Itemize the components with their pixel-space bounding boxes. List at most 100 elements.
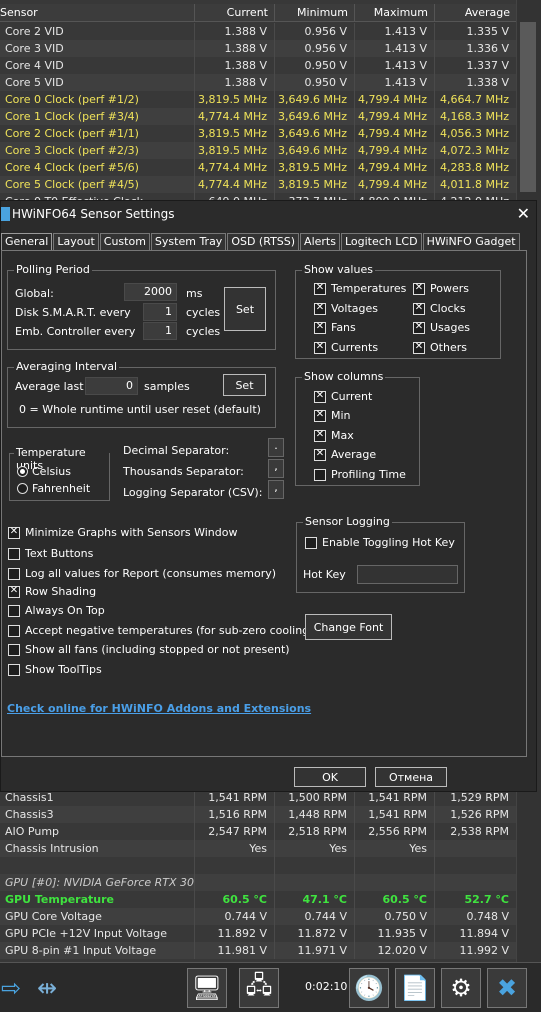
- checkbox-checked: [314, 302, 326, 315]
- row-shading-checkbox[interactable]: Row Shading: [8, 585, 96, 598]
- minimum-cell: 1,448 RPM: [275, 806, 355, 823]
- column-profiling-time-checkbox[interactable]: Profiling Time: [314, 468, 406, 481]
- current-cell: 1.388 V: [195, 23, 275, 40]
- maximum-cell: 4,799.4 MHz: [355, 176, 435, 193]
- scrollbar-thumb[interactable]: [520, 22, 536, 192]
- table-row[interactable]: Core 4 VID 1.388 V 0.950 V 1.413 V 1.337 V: [0, 57, 516, 74]
- addons-link[interactable]: Check online for HWiNFO Addons and Exten…: [7, 702, 311, 715]
- arrows-right-icon[interactable]: ⇨: [0, 968, 26, 1008]
- dialog-titlebar[interactable]: HWiNFO64 Sensor Settings ✕: [1, 201, 536, 226]
- minimize-graphs-checkbox[interactable]: Minimize Graphs with Sensors Window: [8, 526, 238, 539]
- fans-checkbox[interactable]: Fans: [314, 321, 356, 334]
- text-buttons-checkbox[interactable]: Text Buttons: [8, 547, 93, 560]
- voltages-checkbox[interactable]: Voltages: [314, 302, 378, 315]
- header-maximum[interactable]: Maximum: [355, 4, 435, 21]
- clock-icon[interactable]: 🕓: [349, 968, 389, 1008]
- smart-cycles-input[interactable]: 1: [143, 303, 177, 321]
- hotkey-input[interactable]: [357, 565, 458, 584]
- column-min-checkbox[interactable]: Min: [314, 409, 351, 422]
- show-tooltips-checkbox[interactable]: Show ToolTips: [8, 663, 102, 676]
- emb-cycles-input[interactable]: 1: [143, 322, 177, 340]
- table-row[interactable]: Core 4 Clock (perf #5/6) 4,774.4 MHz 3,819…: [0, 159, 516, 176]
- tab-alerts[interactable]: Alerts: [300, 233, 340, 251]
- average-cell: 4,056.3 MHz: [439, 127, 509, 140]
- average-samples-input[interactable]: 0: [85, 377, 138, 395]
- tab-hwinfo-gadget[interactable]: HWiNFO Gadget: [422, 233, 520, 251]
- average-cell: 4,283.8 MHz: [439, 161, 509, 174]
- tab-custom[interactable]: Custom: [99, 233, 150, 251]
- settings-gear-icon[interactable]: ⚙: [441, 968, 481, 1008]
- maximum-cell: [355, 857, 435, 874]
- maximum-cell: 4,799.4 MHz: [355, 125, 435, 142]
- current-cell: 1.388 V: [195, 57, 275, 74]
- temperatures-checkbox[interactable]: Temperatures: [314, 282, 406, 295]
- tab-general[interactable]: General: [1, 233, 53, 251]
- decimal-separator-input[interactable]: .: [268, 438, 284, 457]
- header-minimum[interactable]: Minimum: [275, 4, 355, 21]
- averaging-set-button[interactable]: Set: [223, 374, 266, 396]
- fahrenheit-radio[interactable]: Fahrenheit: [17, 482, 90, 495]
- polling-set-button[interactable]: Set: [224, 287, 266, 331]
- column-max-checkbox[interactable]: Max: [314, 429, 354, 442]
- sensor-name-cell: Core 4 Clock (perf #5/6): [0, 159, 195, 176]
- close-x-icon[interactable]: ✖: [487, 968, 527, 1008]
- table-row[interactable]: Core 2 Clock (perf #1/1) 3,819.5 MHz 3,649…: [0, 125, 516, 142]
- minimum-cell: 3,819.5 MHz: [275, 159, 355, 176]
- table-row[interactable]: Core 2 VID 1.388 V 0.956 V 1.413 V 1.335 V: [0, 23, 516, 40]
- maximum-cell: 1.413 V: [355, 57, 435, 74]
- tab-logitech-lcd[interactable]: Logitech LCD: [340, 233, 422, 251]
- clocks-checkbox[interactable]: Clocks: [413, 302, 466, 315]
- header-sensor[interactable]: Sensor: [0, 4, 195, 21]
- arrows-collapse-icon[interactable]: ⇹: [30, 968, 64, 1008]
- cancel-button[interactable]: Отмена: [375, 767, 447, 787]
- header-current[interactable]: Current: [195, 4, 275, 21]
- currents-checkbox[interactable]: Currents: [314, 341, 378, 354]
- close-icon[interactable]: ✕: [517, 204, 530, 223]
- table-row[interactable]: GPU PCIe +12V Input Voltage 11.892 V 11.87…: [0, 925, 516, 942]
- log-all-values-checkbox[interactable]: Log all values for Report (consumes memo…: [8, 567, 276, 580]
- table-row[interactable]: GPU Core Voltage 0.744 V 0.744 V 0.750 V 0.7…: [0, 908, 516, 925]
- checkbox-checked: [314, 409, 326, 422]
- thousands-separator-input[interactable]: ,: [268, 459, 284, 478]
- current-cell: 1.388 V: [195, 40, 275, 57]
- table-row[interactable]: Core 0 Clock (perf #1/2) 3,819.5 MHz 3,649…: [0, 91, 516, 108]
- table-row[interactable]: Chassis3 1,516 RPM 1,448 RPM 1,541 RPM 1,526…: [0, 806, 516, 823]
- table-row[interactable]: Core 3 Clock (perf #2/3) 3,819.5 MHz 3,649…: [0, 142, 516, 159]
- toggle-hotkey-checkbox[interactable]: Enable Toggling Hot Key: [305, 536, 455, 549]
- show-all-fans-checkbox[interactable]: Show all fans (including stopped or not …: [8, 643, 290, 656]
- table-row[interactable]: AIO Pump 2,547 RPM 2,518 RPM 2,556 RPM 2,538…: [0, 823, 516, 840]
- logging-separator-input[interactable]: ,: [268, 480, 284, 499]
- celsius-radio[interactable]: Celsius: [17, 465, 71, 478]
- add-report-icon[interactable]: 📄: [395, 968, 435, 1008]
- change-font-button[interactable]: Change Font: [305, 614, 392, 640]
- header-average[interactable]: Average: [435, 4, 516, 21]
- table-row[interactable]: Core 5 VID 1.388 V 0.950 V 1.413 V 1.338 V: [0, 74, 516, 91]
- table-row[interactable]: Core 5 Clock (perf #4/5) 4,774.4 MHz 3,819…: [0, 176, 516, 193]
- maximum-cell: 2,556 RPM: [355, 823, 435, 840]
- ok-button[interactable]: OK: [294, 767, 366, 787]
- tab-layout[interactable]: Layout: [53, 233, 99, 251]
- minimum-cell: 2,518 RPM: [275, 823, 355, 840]
- global-interval-input[interactable]: 2000: [124, 283, 177, 301]
- monitor-icon[interactable]: 🖥: [187, 968, 227, 1008]
- column-average-checkbox[interactable]: Average: [314, 448, 376, 461]
- powers-checkbox[interactable]: Powers: [413, 282, 469, 295]
- tab-osd[interactable]: OSD (RTSS): [227, 233, 300, 251]
- table-row[interactable]: GPU [#0]: NVIDIA GeForce RTX 3070:: [0, 874, 516, 891]
- column-current-checkbox[interactable]: Current: [314, 390, 372, 403]
- minimum-cell: 0.950 V: [275, 74, 355, 91]
- table-row[interactable]: Chassis Intrusion Yes Yes Yes: [0, 840, 516, 857]
- usages-checkbox[interactable]: Usages: [413, 321, 470, 334]
- network-icon[interactable]: 🖧: [239, 968, 279, 1008]
- table-row[interactable]: GPU Temperature 60.5 °C 47.1 °C 60.5 °C 52.7…: [0, 891, 516, 908]
- tab-system-tray[interactable]: System Tray: [150, 233, 227, 251]
- table-row[interactable]: GPU 8-pin #1 Input Voltage 11.981 V 11.971…: [0, 942, 516, 959]
- table-row[interactable]: Core 1 Clock (perf #3/4) 4,774.4 MHz 3,649…: [0, 108, 516, 125]
- others-checkbox[interactable]: Others: [413, 341, 467, 354]
- table-row[interactable]: Core 3 VID 1.388 V 0.956 V 1.413 V 1.336 V: [0, 40, 516, 57]
- average-cell: 1.337 V: [466, 59, 509, 72]
- checkbox-checked: [314, 429, 326, 442]
- always-on-top-checkbox[interactable]: Always On Top: [8, 604, 105, 617]
- negative-temps-checkbox[interactable]: Accept negative temperatures (for sub-ze…: [8, 624, 313, 637]
- table-row[interactable]: [0, 857, 516, 874]
